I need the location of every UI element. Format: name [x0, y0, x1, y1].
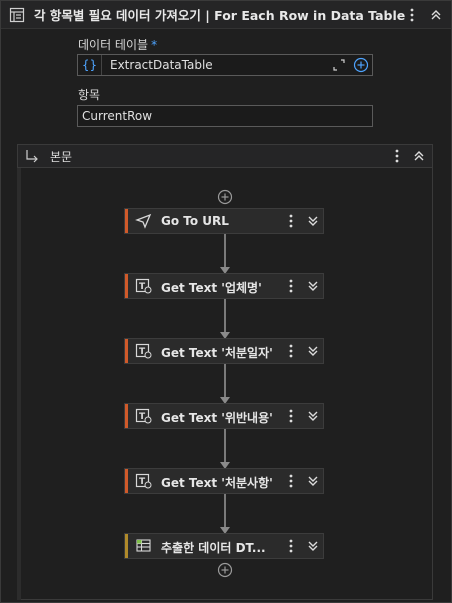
activity-add-data-row[interactable]: 추출한 데이터 DT... [124, 533, 324, 559]
expand-activity-icon[interactable] [305, 213, 321, 229]
body-label: 본문 [50, 149, 73, 164]
connector-line [224, 364, 226, 398]
activity-more-icon[interactable] [285, 407, 297, 425]
expand-activity-icon[interactable] [305, 343, 321, 359]
connector-line [224, 299, 226, 333]
datatable-icon [135, 538, 153, 554]
activity-more-icon[interactable] [285, 537, 297, 555]
item-value: CurrentRow [82, 109, 153, 123]
get-text-icon: T [135, 343, 153, 359]
item-label: 항목 [78, 88, 101, 102]
activity-name: Get Text '처분사항' [161, 476, 273, 490]
get-text-icon: T [135, 278, 153, 294]
activity-name: Get Text '처분일자' [161, 346, 273, 360]
activity-stripe [125, 534, 128, 558]
for-each-icon [8, 6, 26, 24]
activity-stripe [125, 339, 128, 363]
datatable-label-text: 데이터 테이블 [78, 38, 149, 52]
activity-name: 추출한 데이터 DT... [161, 541, 266, 555]
datatable-value: ExtractDataTable [110, 58, 213, 72]
expand-activity-icon[interactable] [305, 473, 321, 489]
connector-line [224, 429, 226, 463]
required-marker: * [151, 38, 158, 52]
variable-brace-icon: {} [78, 55, 102, 75]
activity-get-text[interactable]: T Get Text '처분일자' [124, 338, 324, 364]
activity-get-text[interactable]: T Get Text '업체명' [124, 273, 324, 299]
activity-get-text[interactable]: T Get Text '처분사항' [124, 468, 324, 494]
activity-stripe [125, 274, 128, 298]
body-collapse-icon[interactable] [410, 146, 428, 166]
activity-more-icon[interactable] [285, 472, 297, 490]
datatable-field[interactable]: {} ExtractDataTable [77, 54, 373, 76]
datatable-label: 데이터 테이블 * [78, 36, 157, 53]
activity-header[interactable]: 각 항목별 필요 데이터 가져오기 | For Each Row in Data… [1, 1, 451, 29]
activity-stripe [125, 469, 128, 493]
for-each-row-activity: 각 항목별 필요 데이터 가져오기 | For Each Row in Data… [0, 0, 452, 603]
body-header[interactable]: 본문 [17, 144, 433, 168]
activity-name: Get Text '위반내용' [161, 411, 273, 425]
activity-more-icon[interactable] [285, 212, 297, 230]
body-arrow-icon [24, 148, 40, 164]
activity-go-to-url[interactable]: Go To URL [124, 208, 324, 234]
connector-line [224, 494, 226, 528]
activity-get-text[interactable]: T Get Text '위반내용' [124, 403, 324, 429]
item-field[interactable]: CurrentRow [77, 105, 373, 127]
activity-name: Go To URL [161, 214, 229, 228]
collapse-icon[interactable] [427, 5, 445, 25]
body-left-bar [17, 168, 21, 600]
activity-stripe [125, 209, 128, 233]
get-text-icon: T [135, 408, 153, 424]
get-text-icon: T [135, 473, 153, 489]
activity-more-icon[interactable] [285, 277, 297, 295]
add-activity-top-icon[interactable] [217, 189, 233, 205]
expand-activity-icon[interactable] [305, 538, 321, 554]
expand-activity-icon[interactable] [305, 278, 321, 294]
activity-more-icon[interactable] [285, 342, 297, 360]
add-variable-icon[interactable] [352, 56, 370, 74]
expand-activity-icon[interactable] [305, 408, 321, 424]
connector-line [224, 234, 226, 268]
expand-editor-icon[interactable] [332, 58, 346, 72]
more-options-icon[interactable] [403, 5, 421, 25]
activity-stripe [125, 404, 128, 428]
navigate-icon [135, 213, 153, 229]
body-more-options-icon[interactable] [388, 146, 406, 166]
activity-name: Get Text '업체명' [161, 281, 262, 295]
add-activity-bottom-icon[interactable] [217, 562, 233, 578]
activity-title: 각 항목별 필요 데이터 가져오기 | For Each Row in Data… [34, 8, 406, 23]
